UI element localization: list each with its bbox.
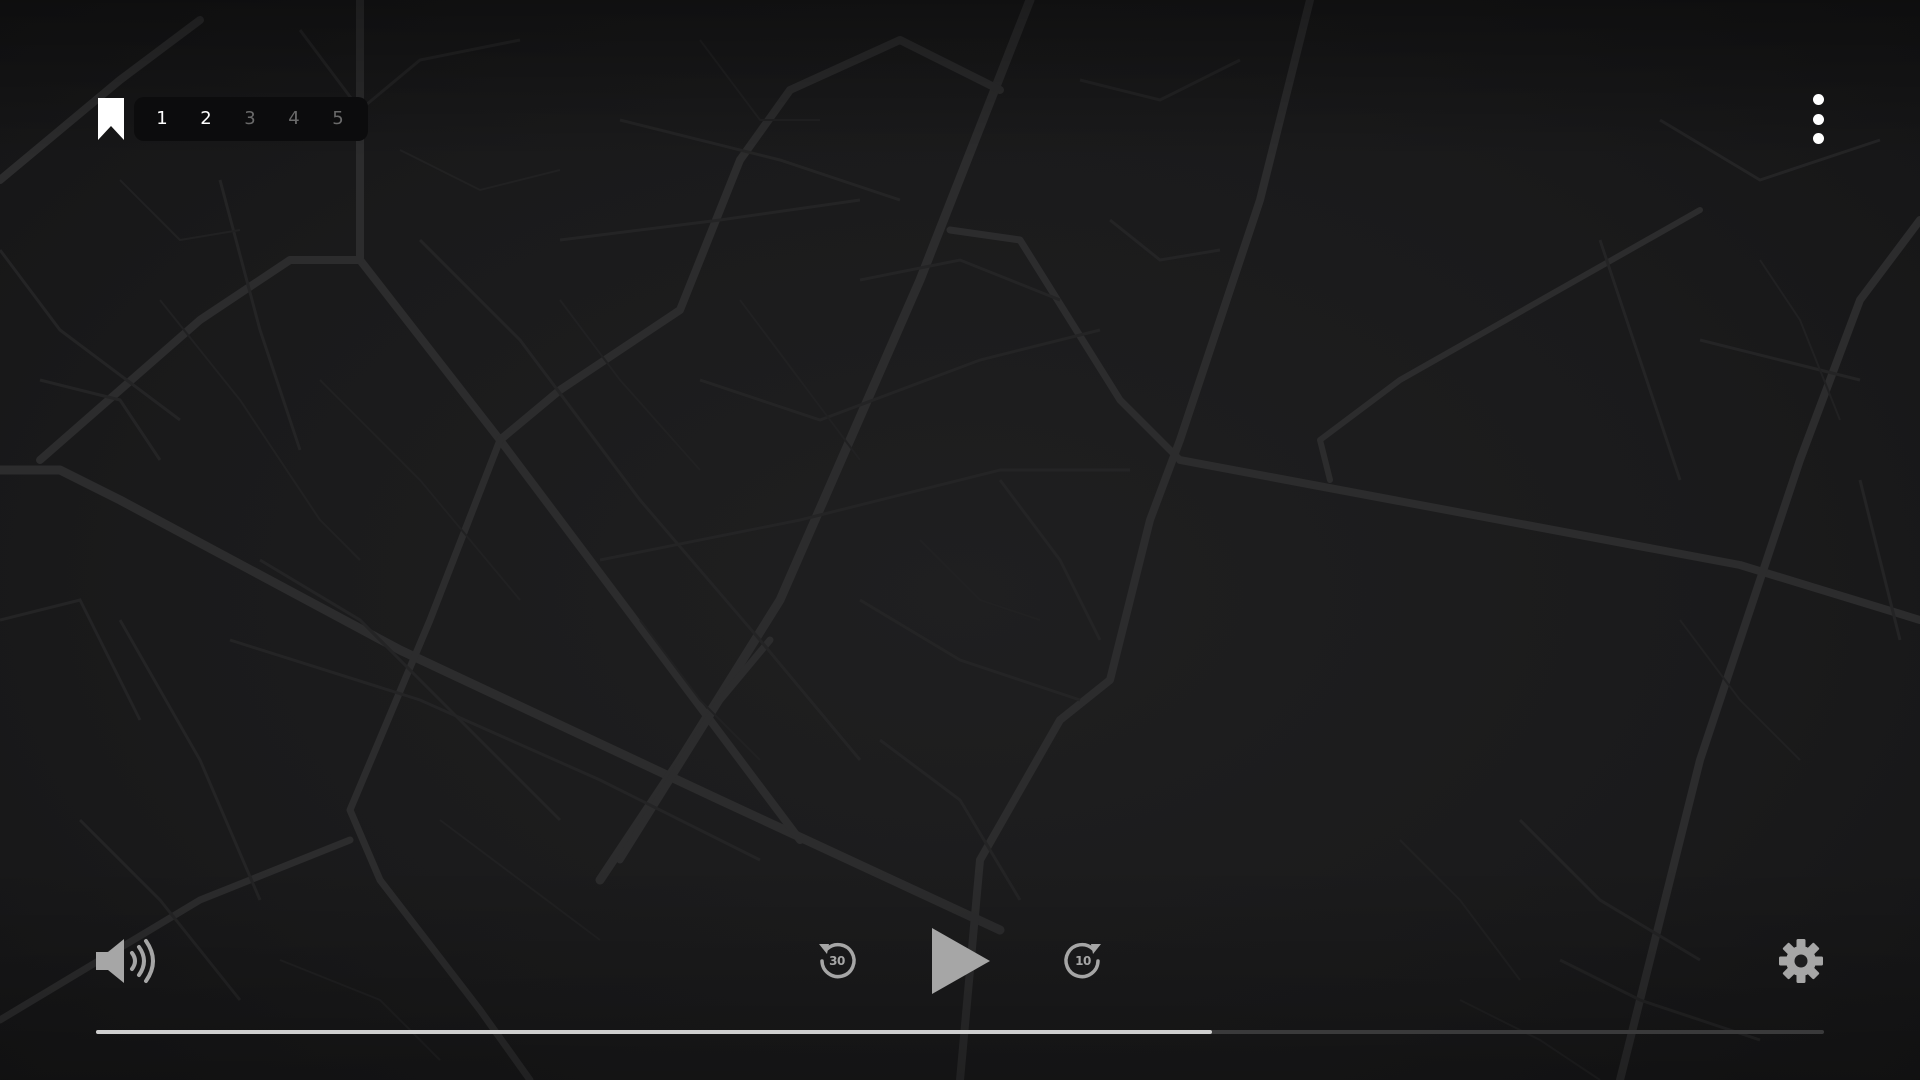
chapter-item-5[interactable]: 5 — [316, 97, 360, 141]
progress-bar[interactable] — [96, 1030, 1824, 1034]
video-player[interactable]: 1 2 3 4 5 30 10 — [0, 0, 1920, 1080]
more-vertical-icon — [1812, 94, 1824, 105]
play-icon — [932, 928, 990, 994]
gear-icon — [1779, 939, 1823, 983]
chapter-item-3[interactable]: 3 — [228, 97, 272, 141]
play-button[interactable] — [928, 926, 992, 996]
chapter-item-2[interactable]: 2 — [184, 97, 228, 141]
chapter-bar: 1 2 3 4 5 — [96, 96, 368, 142]
more-vertical-icon-dot — [1812, 133, 1824, 144]
rewind-30-button[interactable]: 30 — [816, 940, 858, 982]
rewind-label: 30 — [829, 954, 845, 968]
chapter-item-1[interactable]: 1 — [140, 97, 184, 141]
chapter-item-4[interactable]: 4 — [272, 97, 316, 141]
settings-button[interactable] — [1778, 938, 1824, 984]
volume-icon — [96, 939, 155, 983]
more-vertical-icon-dot — [1812, 113, 1824, 125]
bookmark-icon[interactable] — [96, 96, 126, 142]
forward-10-button[interactable]: 10 — [1062, 940, 1104, 982]
volume-button[interactable] — [94, 936, 160, 986]
more-options-button[interactable] — [1804, 94, 1832, 144]
chapter-list: 1 2 3 4 5 — [134, 97, 368, 141]
forward-label: 10 — [1075, 954, 1091, 968]
progress-fill — [96, 1030, 1213, 1034]
